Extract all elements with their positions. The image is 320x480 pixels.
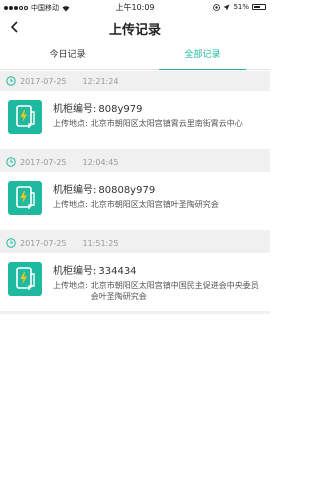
record-header: 2017-07-25 12:21:24 [0, 71, 270, 91]
record-time: 11:51:25 [82, 238, 119, 248]
charging-cabinet-icon [8, 181, 42, 215]
location-label: 上传地点: [53, 281, 88, 290]
battery-percent: 51% [233, 3, 249, 11]
record-date: 2017-07-25 [20, 238, 67, 248]
cabinet-label: 机柜编号: [53, 185, 97, 196]
location-value: 北京市朝阳区太阳宫镇中国民主促进会中央委员会叶圣陶研究会 [90, 281, 259, 301]
upload-location: 上传地点: 北京市朝阳区太阳宫镇中国民主促进会中央委员会叶圣陶研究会 [53, 280, 263, 302]
cabinet-value: 808y979 [98, 104, 143, 115]
charging-cabinet-icon [8, 262, 42, 296]
page-title: 上传记录 [108, 23, 161, 38]
record-body: 机柜编号: 80808y979 上传地点: 北京市朝阳区太阳宫镇叶圣陶研究会 [0, 172, 270, 230]
cabinet-label: 机柜编号: [53, 104, 97, 115]
clock-icon [6, 157, 16, 167]
cabinet-number: 机柜编号: 80808y979 [53, 181, 155, 196]
battery-icon [252, 4, 266, 10]
record-header: 2017-07-25 11:51:25 [0, 233, 270, 253]
upload-location: 上传地点: 北京市朝阳区太阳宫镇叶圣陶研究会 [53, 199, 263, 210]
cabinet-value: 80808y979 [98, 185, 156, 196]
upload-location: 上传地点: 北京市朝阳区太阳宫镇霄云里南街霄云中心 [53, 118, 263, 129]
arrow-icon [223, 4, 230, 10]
charging-cabinet-icon [8, 100, 42, 134]
record-list: 2017-07-25 12:21:24 机柜编号: 808y979 上传地点: 北京… [0, 71, 270, 314]
list-item[interactable]: 2017-07-25 11:51:25 机柜编号: 334434 上传地点: 北京市… [0, 233, 270, 311]
record-body: 机柜编号: 334434 上传地点: 北京市朝阳区太阳宫镇中国民主促进会中央委员会叶… [0, 253, 270, 311]
tab-today[interactable]: 今日记录 [0, 42, 135, 69]
clock-icon [6, 238, 16, 248]
tab-bar: 今日记录 全部记录 [0, 42, 270, 70]
record-date: 2017-07-25 [20, 76, 67, 86]
cabinet-number: 机柜编号: 808y979 [53, 100, 142, 115]
record-header: 2017-07-25 12:04:45 [0, 152, 270, 172]
location-label: 上传地点: [53, 200, 88, 209]
location-value: 北京市朝阳区太阳宫镇霄云里南街霄云中心 [90, 119, 243, 128]
record-body: 机柜编号: 808y979 上传地点: 北京市朝阳区太阳宫镇霄云里南街霄云中心 [0, 91, 270, 149]
status-bar: 中国移动 上午10:09 51% [0, 0, 270, 14]
nav-bar: 上传记录 [0, 14, 270, 42]
tab-all[interactable]: 全部记录 [135, 42, 270, 70]
list-item[interactable]: 2017-07-25 12:21:24 机柜编号: 808y979 上传地点: 北京… [0, 71, 270, 149]
record-date: 2017-07-25 [20, 157, 67, 167]
cabinet-label: 机柜编号: [53, 266, 97, 277]
record-time: 12:21:24 [82, 76, 119, 86]
clock-icon [6, 76, 16, 86]
location-icon [213, 3, 221, 11]
list-item[interactable]: 2017-07-25 12:04:45 机柜编号: 80808y979 上传地点:… [0, 152, 270, 230]
record-time: 12:04:45 [82, 157, 119, 167]
location-value: 北京市朝阳区太阳宫镇叶圣陶研究会 [90, 200, 219, 209]
cabinet-value: 334434 [98, 266, 137, 277]
location-label: 上传地点: [53, 119, 88, 128]
cabinet-number: 机柜编号: 334434 [53, 262, 137, 277]
